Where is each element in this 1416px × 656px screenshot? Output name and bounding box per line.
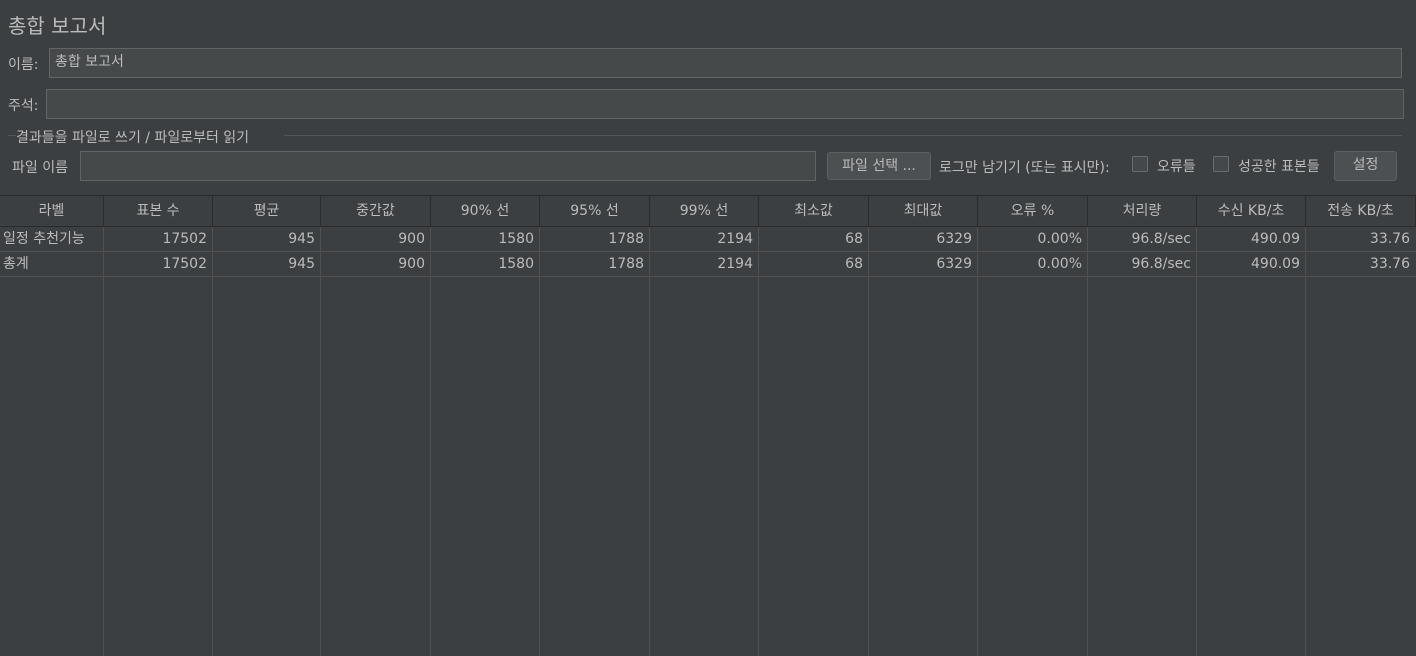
section-legend: 결과들을 파일로 쓰기 / 파일로부터 읽기: [16, 130, 250, 146]
file-name-label: 파일 이름: [12, 160, 68, 176]
name-field[interactable]: 총합 보고서: [49, 48, 1402, 78]
column-header[interactable]: 라벨: [0, 196, 104, 227]
comment-field[interactable]: [46, 89, 1404, 119]
table-cell: 490.09: [1251, 256, 1300, 272]
column-header[interactable]: 99% 선: [650, 196, 759, 227]
column-header[interactable]: 수신 KB/초: [1197, 196, 1306, 227]
table-cell: 1788: [608, 256, 644, 272]
column-header[interactable]: 전송 KB/초: [1306, 196, 1416, 227]
table-cell: 490.09: [1251, 231, 1300, 247]
table-cell: 1580: [498, 256, 534, 272]
column-divider: [103, 227, 104, 656]
table-cell: 96.8/sec: [1131, 231, 1192, 247]
table-cell: 33.76: [1369, 256, 1410, 272]
page-title: 총합 보고서: [8, 14, 107, 38]
column-divider: [758, 227, 759, 656]
column-header[interactable]: 중간값: [321, 196, 431, 227]
section-border-right: [284, 135, 1402, 136]
column-divider: [1305, 227, 1306, 656]
column-divider: [539, 227, 540, 656]
file-name-field[interactable]: [80, 151, 816, 181]
success-checkbox[interactable]: [1213, 156, 1229, 172]
table-cell: 2194: [717, 256, 753, 272]
log-only-label: 로그만 남기기 (또는 표시만):: [939, 160, 1110, 176]
table-cell: 900: [398, 256, 425, 272]
column-header[interactable]: 최대값: [869, 196, 978, 227]
table-cell: 2194: [717, 231, 753, 247]
table-cell: 96.8/sec: [1131, 256, 1192, 272]
settings-button[interactable]: 설정: [1334, 151, 1397, 181]
table-cell: 900: [398, 231, 425, 247]
table-cell: 68: [845, 256, 863, 272]
column-header[interactable]: 평균: [213, 196, 321, 227]
row-label-cell: 총계: [3, 256, 29, 272]
table-cell: 1788: [608, 231, 644, 247]
row-label-cell: 일정 추천기능: [3, 231, 85, 247]
table-cell: 17502: [162, 231, 207, 247]
table-cell: 6329: [936, 256, 972, 272]
column-header[interactable]: 90% 선: [431, 196, 540, 227]
errors-checkbox-label: 오류들: [1157, 159, 1196, 175]
table-cell: 0.00%: [1037, 256, 1082, 272]
column-divider: [649, 227, 650, 656]
table-cell: 33.76: [1369, 231, 1410, 247]
column-divider: [1087, 227, 1088, 656]
column-header[interactable]: 최소값: [759, 196, 869, 227]
comment-label: 주석:: [8, 98, 39, 114]
table-cell: 17502: [162, 256, 207, 272]
column-header[interactable]: 95% 선: [540, 196, 650, 227]
success-checkbox-label: 성공한 표본들: [1238, 159, 1320, 175]
column-divider: [977, 227, 978, 656]
column-divider: [320, 227, 321, 656]
column-header[interactable]: 처리량: [1088, 196, 1197, 227]
column-divider: [1196, 227, 1197, 656]
column-divider: [430, 227, 431, 656]
table-header: 라벨 표본 수 평균 중간값 90% 선 95% 선 99% 선 최소값 최대값 오류 % 처리량 수…: [0, 195, 1416, 227]
browse-button[interactable]: 파일 선택 ...: [827, 152, 931, 180]
column-header[interactable]: 오류 %: [978, 196, 1088, 227]
column-divider: [868, 227, 869, 656]
table-cell: 1580: [498, 231, 534, 247]
section-border-left: [8, 135, 16, 136]
table-cell: 68: [845, 231, 863, 247]
results-table: 라벨 표본 수 평균 중간값 90% 선 95% 선 99% 선 최소값 최대값 오류 % 처리량 수…: [0, 195, 1416, 656]
table-cell: 945: [288, 231, 315, 247]
column-divider: [212, 227, 213, 656]
table-cell: 0.00%: [1037, 231, 1082, 247]
errors-checkbox[interactable]: [1132, 156, 1148, 172]
name-label: 이름:: [8, 57, 39, 73]
table-cell: 6329: [936, 231, 972, 247]
column-header[interactable]: 표본 수: [104, 196, 213, 227]
table-cell: 945: [288, 256, 315, 272]
